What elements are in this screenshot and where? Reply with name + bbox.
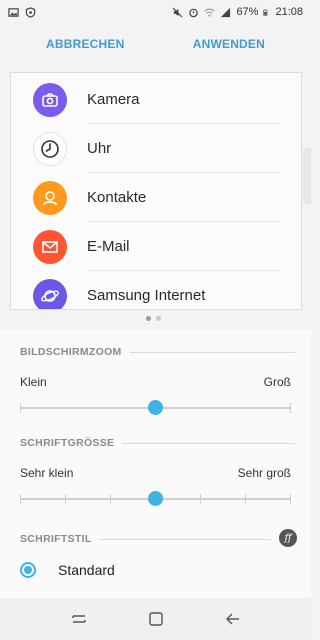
- page-dot[interactable]: [146, 316, 151, 321]
- camera-icon: [33, 82, 67, 117]
- contact-icon: [33, 180, 67, 215]
- app-label: Uhr: [87, 140, 112, 157]
- divider: [122, 442, 295, 444]
- divider: [99, 538, 271, 540]
- font-style-option[interactable]: Standard: [20, 562, 115, 578]
- slider-tick: [290, 403, 291, 413]
- radio-selected[interactable]: [20, 562, 36, 578]
- font-size-heading: SCHRIFTGRÖSSE: [20, 437, 295, 449]
- screen-zoom-slider[interactable]: [20, 400, 291, 416]
- font-style-heading: SCHRIFTSTIL: [20, 533, 271, 545]
- slider-thumb[interactable]: [148, 400, 163, 415]
- slider-tick: [20, 403, 21, 413]
- mail-icon: [33, 229, 67, 264]
- page-indicator: [146, 316, 161, 321]
- alarm-icon: [189, 8, 199, 17]
- edge-panel-handle[interactable]: [303, 148, 311, 204]
- slider-tick: [20, 494, 21, 504]
- wifi-icon: [204, 8, 215, 17]
- back-button[interactable]: [223, 609, 243, 629]
- divider: [129, 351, 295, 353]
- app-label: E-Mail: [87, 238, 130, 255]
- slider-tick: [200, 494, 201, 504]
- slider-tick: [110, 494, 111, 504]
- slider-tick: [245, 494, 246, 504]
- app-label: Samsung Internet: [87, 287, 206, 304]
- screen-zoom-range-labels: Klein Groß: [20, 375, 291, 389]
- page-dot[interactable]: [156, 316, 161, 321]
- font-size-slider[interactable]: [20, 491, 291, 507]
- navigation-bar: [0, 598, 311, 640]
- settings-panel: BILDSCHIRMZOOM Klein Groß SCHRIFTGRÖSSE …: [0, 330, 311, 598]
- home-icon: [148, 612, 163, 626]
- action-bar: ABBRECHEN ANWENDEN: [0, 24, 311, 64]
- preview-app-row: Kamera: [11, 75, 301, 124]
- screen-zoom-heading: BILDSCHIRMZOOM: [20, 346, 295, 358]
- home-button[interactable]: [146, 609, 166, 629]
- slider-thumb[interactable]: [148, 491, 163, 506]
- preview-app-row: E-Mail: [11, 222, 301, 271]
- back-arrow-icon: [225, 613, 239, 625]
- recents-icon: [71, 615, 86, 623]
- status-bar: 67% 21:08: [0, 0, 311, 24]
- planet-icon: [33, 278, 67, 309]
- preview-app-row: Uhr: [11, 124, 301, 173]
- range-min-label: Sehr klein: [20, 466, 74, 480]
- battery-percentage: 67%: [236, 6, 259, 18]
- signal-icon: [221, 7, 231, 17]
- section-title: SCHRIFTSTIL: [20, 533, 92, 545]
- preview-app-row: Samsung Internet: [11, 271, 301, 309]
- slider-tick: [65, 494, 66, 504]
- range-min-label: Klein: [20, 375, 47, 389]
- preview-card: Kamera Uhr Kontakte E-Mail Samsung Inter…: [10, 72, 302, 310]
- range-max-label: Sehr groß: [237, 466, 291, 480]
- picture-icon: [8, 7, 19, 17]
- mute-icon: [172, 7, 183, 17]
- range-max-label: Groß: [263, 375, 291, 389]
- section-title: BILDSCHIRMZOOM: [20, 346, 122, 358]
- slider-tick: [290, 494, 291, 504]
- clock-icon: [33, 131, 67, 166]
- battery-icon: [263, 8, 268, 16]
- font-download-icon[interactable]: ff: [279, 529, 297, 547]
- app-label: Kontakte: [87, 189, 147, 206]
- apply-button[interactable]: ANWENDEN: [193, 37, 265, 51]
- recent-apps-button[interactable]: [69, 609, 89, 629]
- clock-time: 21:08: [275, 6, 303, 18]
- app-label: Kamera: [87, 91, 140, 108]
- cancel-button[interactable]: ABBRECHEN: [46, 37, 124, 51]
- preview-app-row: Kontakte: [11, 173, 301, 222]
- shield-icon: [25, 6, 36, 18]
- font-style-option-label: Standard: [58, 562, 115, 578]
- font-size-range-labels: Sehr klein Sehr groß: [20, 466, 291, 480]
- section-title: SCHRIFTGRÖSSE: [20, 437, 115, 449]
